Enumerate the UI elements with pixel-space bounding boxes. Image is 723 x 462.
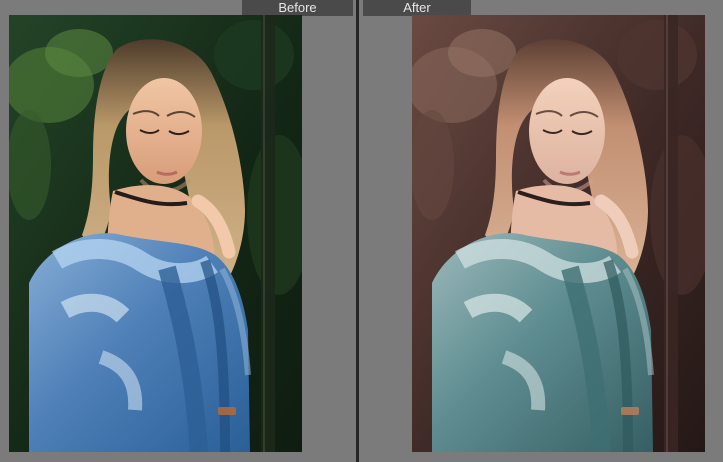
- after-pane: After: [359, 0, 723, 462]
- before-after-compare-view: Before After: [0, 0, 723, 462]
- before-photo: [9, 15, 302, 452]
- after-photo: [412, 15, 705, 452]
- before-photo-illustration: [9, 15, 302, 452]
- after-photo-illustration: [412, 15, 705, 452]
- before-label: Before: [242, 0, 353, 16]
- after-label: After: [363, 0, 471, 16]
- before-pane: Before: [0, 0, 356, 462]
